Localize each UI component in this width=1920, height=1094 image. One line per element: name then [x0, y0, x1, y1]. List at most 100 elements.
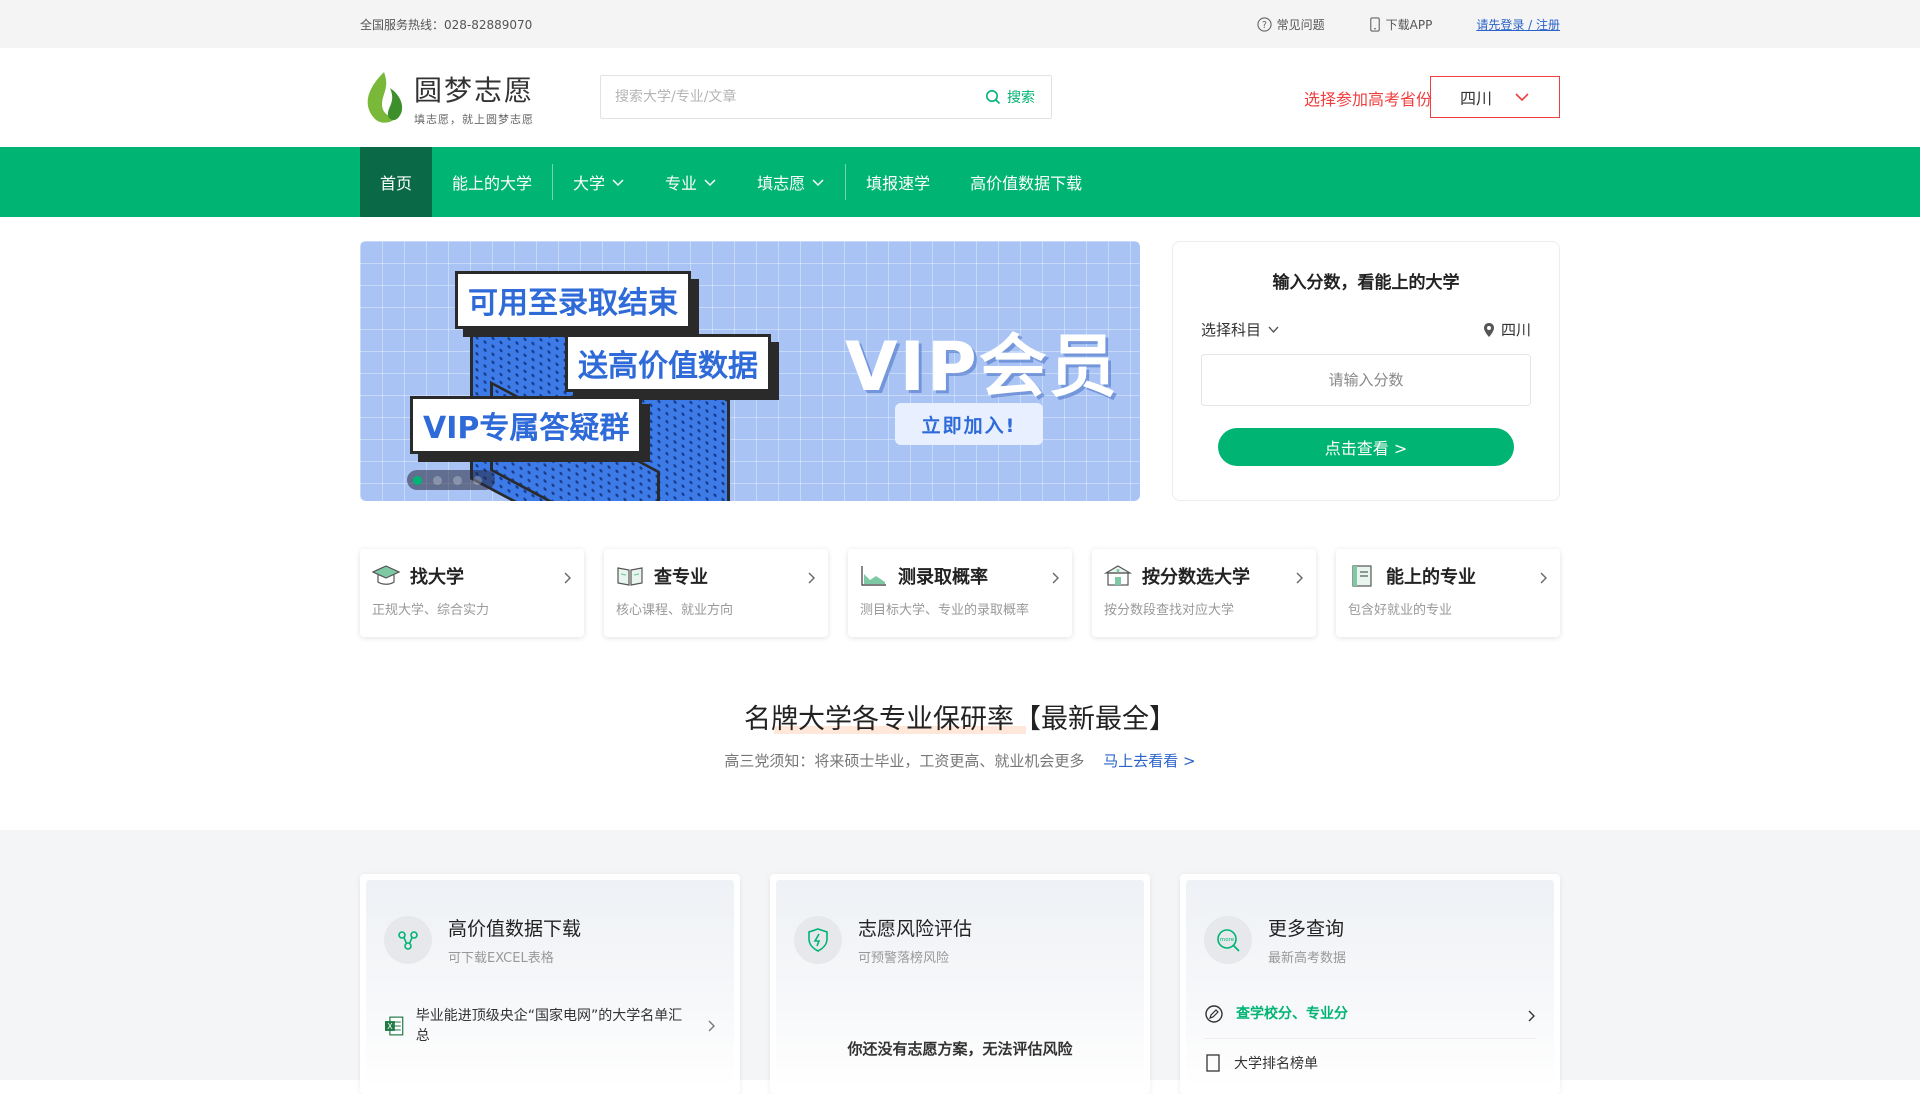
login-register-link[interactable]: 请先登录 / 注册 — [1476, 16, 1560, 33]
nav-item-majors[interactable]: 专业 — [645, 147, 737, 217]
subject-select-label: 选择科目 — [1201, 321, 1262, 339]
nav-item-home[interactable]: 首页 — [360, 147, 433, 217]
carousel-dot[interactable] — [413, 475, 422, 485]
nav-item-quick-learn[interactable]: 填报速学 — [846, 147, 950, 217]
top-bar: 全国服务热线：028-82889070 ? 常见问题 下载APP 请先登录 / … — [0, 0, 1920, 48]
promo-link[interactable]: 马上去看看 > — [1103, 752, 1195, 770]
view-results-button[interactable]: 点击查看 > — [1218, 428, 1514, 466]
card-subtitle: 可下载EXCEL表格 — [448, 951, 554, 966]
quick-card-reachable-majors[interactable]: 能上的专业 包含好就业的专业 — [1336, 549, 1560, 637]
banner-headline: VIP会员 — [845, 328, 1119, 407]
chevron-right-icon — [1528, 1010, 1535, 1022]
nav-label: 大学 — [573, 174, 606, 193]
chevron-right-icon — [1296, 572, 1303, 584]
quick-card-choose-by-score[interactable]: 按分数选大学 按分数段查找对应大学 — [1092, 549, 1316, 637]
province-label: 选择参加高考省份 — [1303, 89, 1432, 109]
search-button-label: 搜索 — [1007, 90, 1035, 106]
nav-item-fill-application[interactable]: 填志愿 — [737, 147, 845, 217]
site-logo[interactable]: 圆梦志愿 填志愿，就上圆梦志愿 — [360, 69, 600, 127]
search-more-icon: more — [1204, 916, 1252, 964]
query-scores-item[interactable]: 查学校分、专业分 — [1204, 1004, 1536, 1039]
document-icon — [1206, 1054, 1220, 1072]
carousel-indicator — [407, 470, 495, 490]
promo-section: 名牌大学各专业保研率【最新最全】 高三党须知：将来硕士毕业，工资更高、就业机会更… — [0, 697, 1920, 771]
logo-title: 圆梦志愿 — [414, 73, 535, 107]
risk-assessment-card: 志愿风险评估 可预警落榜风险 你还没有志愿方案，无法评估风险 — [770, 874, 1150, 1094]
chevron-right-icon — [1540, 572, 1547, 584]
svg-text:?: ? — [1262, 19, 1267, 30]
search-icon — [986, 90, 1001, 105]
quick-card-title: 测录取概率 — [898, 567, 988, 588]
subject-select[interactable]: 选择科目 — [1201, 319, 1280, 340]
carousel-dot[interactable] — [453, 475, 462, 485]
faq-link[interactable]: ? 常见问题 — [1256, 16, 1325, 33]
download-app-link[interactable]: 下载APP — [1369, 16, 1432, 33]
nav-item-reachable-universities[interactable]: 能上的大学 — [432, 147, 552, 217]
risk-empty-message: 你还没有志愿方案，无法评估风险 — [847, 1040, 1073, 1058]
quick-card-desc: 测目标大学、专业的录取概率 — [860, 603, 1030, 618]
edit-circle-icon — [1205, 1005, 1223, 1023]
area-chart-icon — [861, 566, 886, 586]
carousel-dot[interactable] — [433, 475, 442, 485]
excel-icon: X — [384, 1016, 404, 1036]
hero-section: 可用至录取结束 送高价值数据 VIP专属答疑群 VIP会员 立即加入! 输入分数… — [360, 241, 1560, 501]
banner-join-button[interactable]: 立即加入! — [895, 403, 1043, 445]
svg-text:more: more — [1220, 937, 1235, 943]
quick-links: 找大学 正规大学、综合实力 查专业 核心课程、就业方向 测录取概率 测目标大学、… — [360, 549, 1560, 637]
quick-card-find-university[interactable]: 找大学 正规大学、综合实力 — [360, 549, 584, 637]
chevron-down-icon — [704, 178, 716, 186]
search-box: 搜索 — [600, 75, 1052, 119]
book-icon — [1352, 565, 1372, 587]
data-download-item[interactable]: X 毕业能进顶级央企“国家电网”的大学名单汇总 — [384, 1006, 716, 1046]
nav-label: 专业 — [665, 174, 698, 193]
quick-card-find-major[interactable]: 查专业 核心课程、就业方向 — [604, 549, 828, 637]
data-download-item-label: 毕业能进顶级央企“国家电网”的大学名单汇总 — [415, 1008, 683, 1044]
chevron-down-icon — [812, 178, 824, 186]
more-queries-card: more 更多查询 最新高考数据 查学校分、专业分 大学排名榜单 — [1180, 874, 1560, 1094]
nav-label: 高价值数据下载 — [970, 174, 1083, 193]
query-scores-label: 查学校分、专业分 — [1236, 1006, 1348, 1022]
question-circle-icon: ? — [1256, 16, 1272, 32]
chevron-right-icon — [808, 572, 815, 584]
card-subtitle: 可预警落榜风险 — [858, 951, 950, 966]
university-ranking-label: 大学排名榜单 — [1234, 1056, 1318, 1072]
search-input[interactable] — [615, 89, 969, 105]
leaf-logo-icon — [367, 71, 403, 123]
phone-icon — [1369, 16, 1380, 32]
carousel-dot[interactable] — [473, 475, 482, 485]
score-input[interactable] — [1202, 371, 1530, 389]
logo-slogan: 填志愿，就上圆梦志愿 — [414, 112, 534, 126]
quick-card-desc: 按分数段查找对应大学 — [1104, 603, 1235, 618]
university-ranking-item[interactable]: 大学排名榜单 — [1204, 1053, 1536, 1073]
chevron-down-icon — [1268, 326, 1279, 334]
faq-label: 常见问题 — [1276, 17, 1325, 32]
score-query-panel: 输入分数，看能上的大学 选择科目 四川 点击查看 > — [1172, 241, 1560, 501]
quick-card-title: 按分数选大学 — [1142, 567, 1250, 588]
graduation-cap-icon — [372, 565, 400, 585]
school-building-icon — [1104, 565, 1132, 586]
location-indicator[interactable]: 四川 — [1483, 319, 1531, 340]
vip-banner[interactable]: 可用至录取结束 送高价值数据 VIP专属答疑群 VIP会员 立即加入! — [360, 241, 1140, 501]
svg-text:X: X — [387, 1022, 393, 1031]
promo-subtitle: 高三党须知：将来硕士毕业，工资更高、就业机会更多 — [724, 752, 1085, 770]
banner-tag-valid-until: 可用至录取结束 — [455, 271, 691, 329]
quick-card-desc: 核心课程、就业方向 — [616, 603, 734, 618]
chevron-right-icon — [708, 1020, 715, 1032]
chevron-down-icon — [612, 178, 624, 186]
card-title: 志愿风险评估 — [858, 918, 973, 940]
location-province: 四川 — [1500, 321, 1531, 339]
nav-item-data-download[interactable]: 高价值数据下载 — [950, 147, 1102, 217]
nav-item-universities[interactable]: 大学 — [553, 147, 645, 217]
card-title: 更多查询 — [1268, 918, 1345, 940]
chevron-right-icon — [564, 572, 571, 584]
score-input-wrapper — [1201, 354, 1531, 406]
quick-card-title: 找大学 — [410, 567, 464, 588]
card-title: 高价值数据下载 — [448, 918, 582, 940]
search-button[interactable]: 搜索 — [969, 87, 1051, 107]
nav-label: 填报速学 — [866, 174, 931, 193]
quick-card-admission-probability[interactable]: 测录取概率 测目标大学、专业的录取概率 — [848, 549, 1072, 637]
quick-card-desc: 包含好就业的专业 — [1348, 603, 1453, 618]
nav-label: 能上的大学 — [452, 174, 533, 193]
feature-section: 高价值数据下载 可下载EXCEL表格 X 毕业能进顶级央企“国家电网”的大学名单… — [0, 830, 1920, 1094]
province-select[interactable]: 四川 — [1430, 76, 1560, 118]
